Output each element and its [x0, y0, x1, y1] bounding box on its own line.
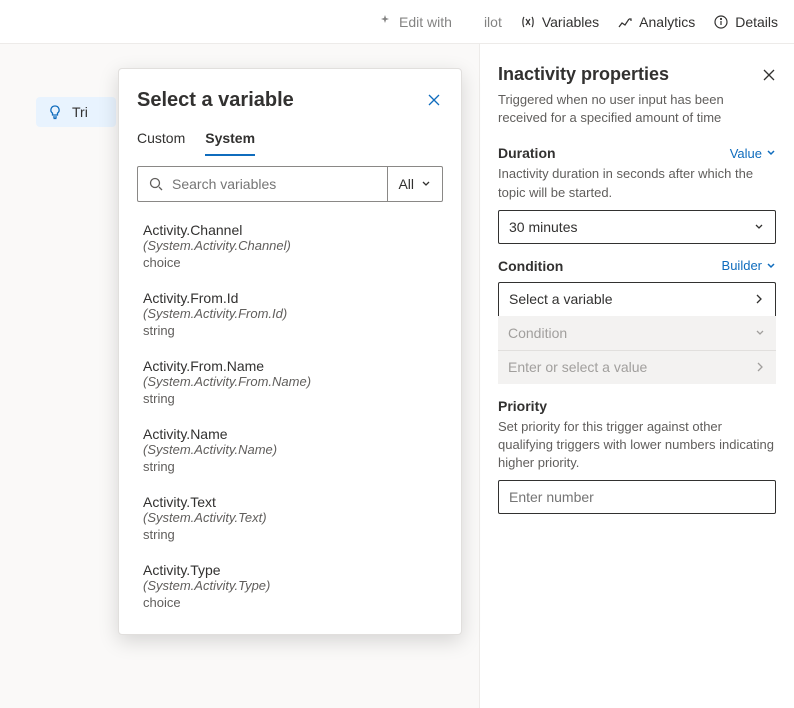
condition-value-placeholder: Enter or select a value: [508, 359, 647, 375]
variable-type: string: [143, 323, 455, 338]
sparkle-icon: [377, 14, 393, 30]
analytics-button[interactable]: Analytics: [617, 14, 695, 30]
tab-custom[interactable]: Custom: [137, 130, 185, 156]
properties-panel: Inactivity properties Triggered when no …: [479, 44, 794, 708]
variable-system-name: (System.Activity.From.Id): [143, 306, 455, 321]
variables-icon: [520, 14, 536, 30]
variable-name: Activity.From.Id: [143, 290, 455, 306]
variable-name: Activity.Name: [143, 426, 455, 442]
toolbar-label: Edit with: [399, 14, 452, 30]
duration-title: Duration: [498, 145, 556, 161]
variable-name: Activity.Channel: [143, 222, 455, 238]
chevron-down-icon: [420, 178, 432, 190]
condition-value-field[interactable]: Enter or select a value: [498, 350, 776, 384]
close-icon[interactable]: [427, 93, 443, 109]
variable-type: choice: [143, 595, 455, 610]
panel-title: Inactivity properties: [498, 64, 669, 85]
variable-name: Activity.Type: [143, 562, 455, 578]
variable-system-name: (System.Activity.Channel): [143, 238, 455, 253]
priority-input[interactable]: [498, 480, 776, 514]
toolbar-label: Variables: [542, 14, 599, 30]
priority-title: Priority: [498, 398, 547, 414]
variable-item[interactable]: Activity.From.Name(System.Activity.From.…: [137, 348, 461, 416]
main-area: Tri zZ In Inactivity properties Triggere…: [0, 44, 794, 708]
select-variable-label: Select a variable: [509, 291, 613, 307]
chevron-right-icon: [754, 361, 766, 373]
variable-item[interactable]: Activity.Text(System.Activity.Text) strin…: [137, 484, 461, 552]
search-row: All: [137, 166, 443, 202]
variable-item[interactable]: Bot.Name(System.Bot.Name): [137, 620, 461, 626]
variable-name: Activity.From.Name: [143, 358, 455, 374]
chevron-right-icon: [753, 293, 765, 305]
variable-type: choice: [143, 255, 455, 270]
chevron-down-icon: [753, 221, 765, 233]
duration-help: Inactivity duration in seconds after whi…: [498, 165, 776, 201]
close-icon[interactable]: [762, 68, 776, 82]
top-toolbar: Edit with ilot Variables Analytics Detai…: [0, 0, 794, 44]
search-input[interactable]: [172, 176, 377, 192]
duration-dropdown[interactable]: 30 minutes: [498, 210, 776, 244]
search-icon: [148, 176, 164, 192]
popup-title: Select a variable: [137, 89, 294, 112]
details-button[interactable]: Details: [713, 14, 778, 30]
variable-system-name: (System.Activity.Text): [143, 510, 455, 525]
variable-type: string: [143, 459, 455, 474]
toolbar-label: Analytics: [639, 14, 695, 30]
variable-item[interactable]: Activity.Type(System.Activity.Type) choic…: [137, 552, 461, 620]
edit-with-copilot-button[interactable]: Edit with ilot: [377, 14, 502, 30]
variable-item[interactable]: Activity.From.Id(System.Activity.From.Id…: [137, 280, 461, 348]
variable-system-name: (System.Activity.From.Name): [143, 374, 455, 389]
tab-system[interactable]: System: [205, 130, 255, 156]
condition-mode-toggle[interactable]: Builder: [722, 258, 776, 273]
filter-label: All: [398, 176, 414, 192]
analytics-icon: [617, 14, 633, 30]
condition-operator-placeholder: Condition: [508, 325, 567, 341]
condition-mode-label: Builder: [722, 258, 762, 273]
variable-system-name: (System.Activity.Type): [143, 578, 455, 593]
condition-operator-dropdown[interactable]: Condition: [498, 316, 776, 350]
lightbulb-icon: [46, 103, 64, 121]
chevron-down-icon: [754, 327, 766, 339]
duration-value: 30 minutes: [509, 219, 577, 235]
variable-system-name: (System.Activity.Name): [143, 442, 455, 457]
toolbar-label: Details: [735, 14, 778, 30]
select-variable-button[interactable]: Select a variable: [498, 282, 776, 316]
trigger-label-text: Tri: [72, 104, 88, 120]
info-icon: [713, 14, 729, 30]
filter-dropdown[interactable]: All: [387, 167, 442, 201]
duration-mode-toggle[interactable]: Value: [730, 146, 776, 161]
variable-list[interactable]: Activity.Channel(System.Activity.Channel…: [119, 206, 461, 626]
variable-type: string: [143, 527, 455, 542]
variable-item[interactable]: Activity.Channel(System.Activity.Channel…: [137, 212, 461, 280]
variable-type: string: [143, 391, 455, 406]
variables-button[interactable]: Variables: [520, 14, 599, 30]
toolbar-label-suffix: ilot: [484, 14, 502, 30]
duration-mode-label: Value: [730, 146, 762, 161]
condition-title: Condition: [498, 258, 563, 274]
select-variable-popup: Select a variable Custom System All Acti…: [118, 68, 462, 635]
variable-name: Activity.Text: [143, 494, 455, 510]
variable-item[interactable]: Activity.Name(System.Activity.Name) strin…: [137, 416, 461, 484]
panel-description: Triggered when no user input has been re…: [498, 91, 776, 127]
trigger-chip[interactable]: Tri: [36, 97, 116, 127]
priority-help: Set priority for this trigger against ot…: [498, 418, 776, 473]
